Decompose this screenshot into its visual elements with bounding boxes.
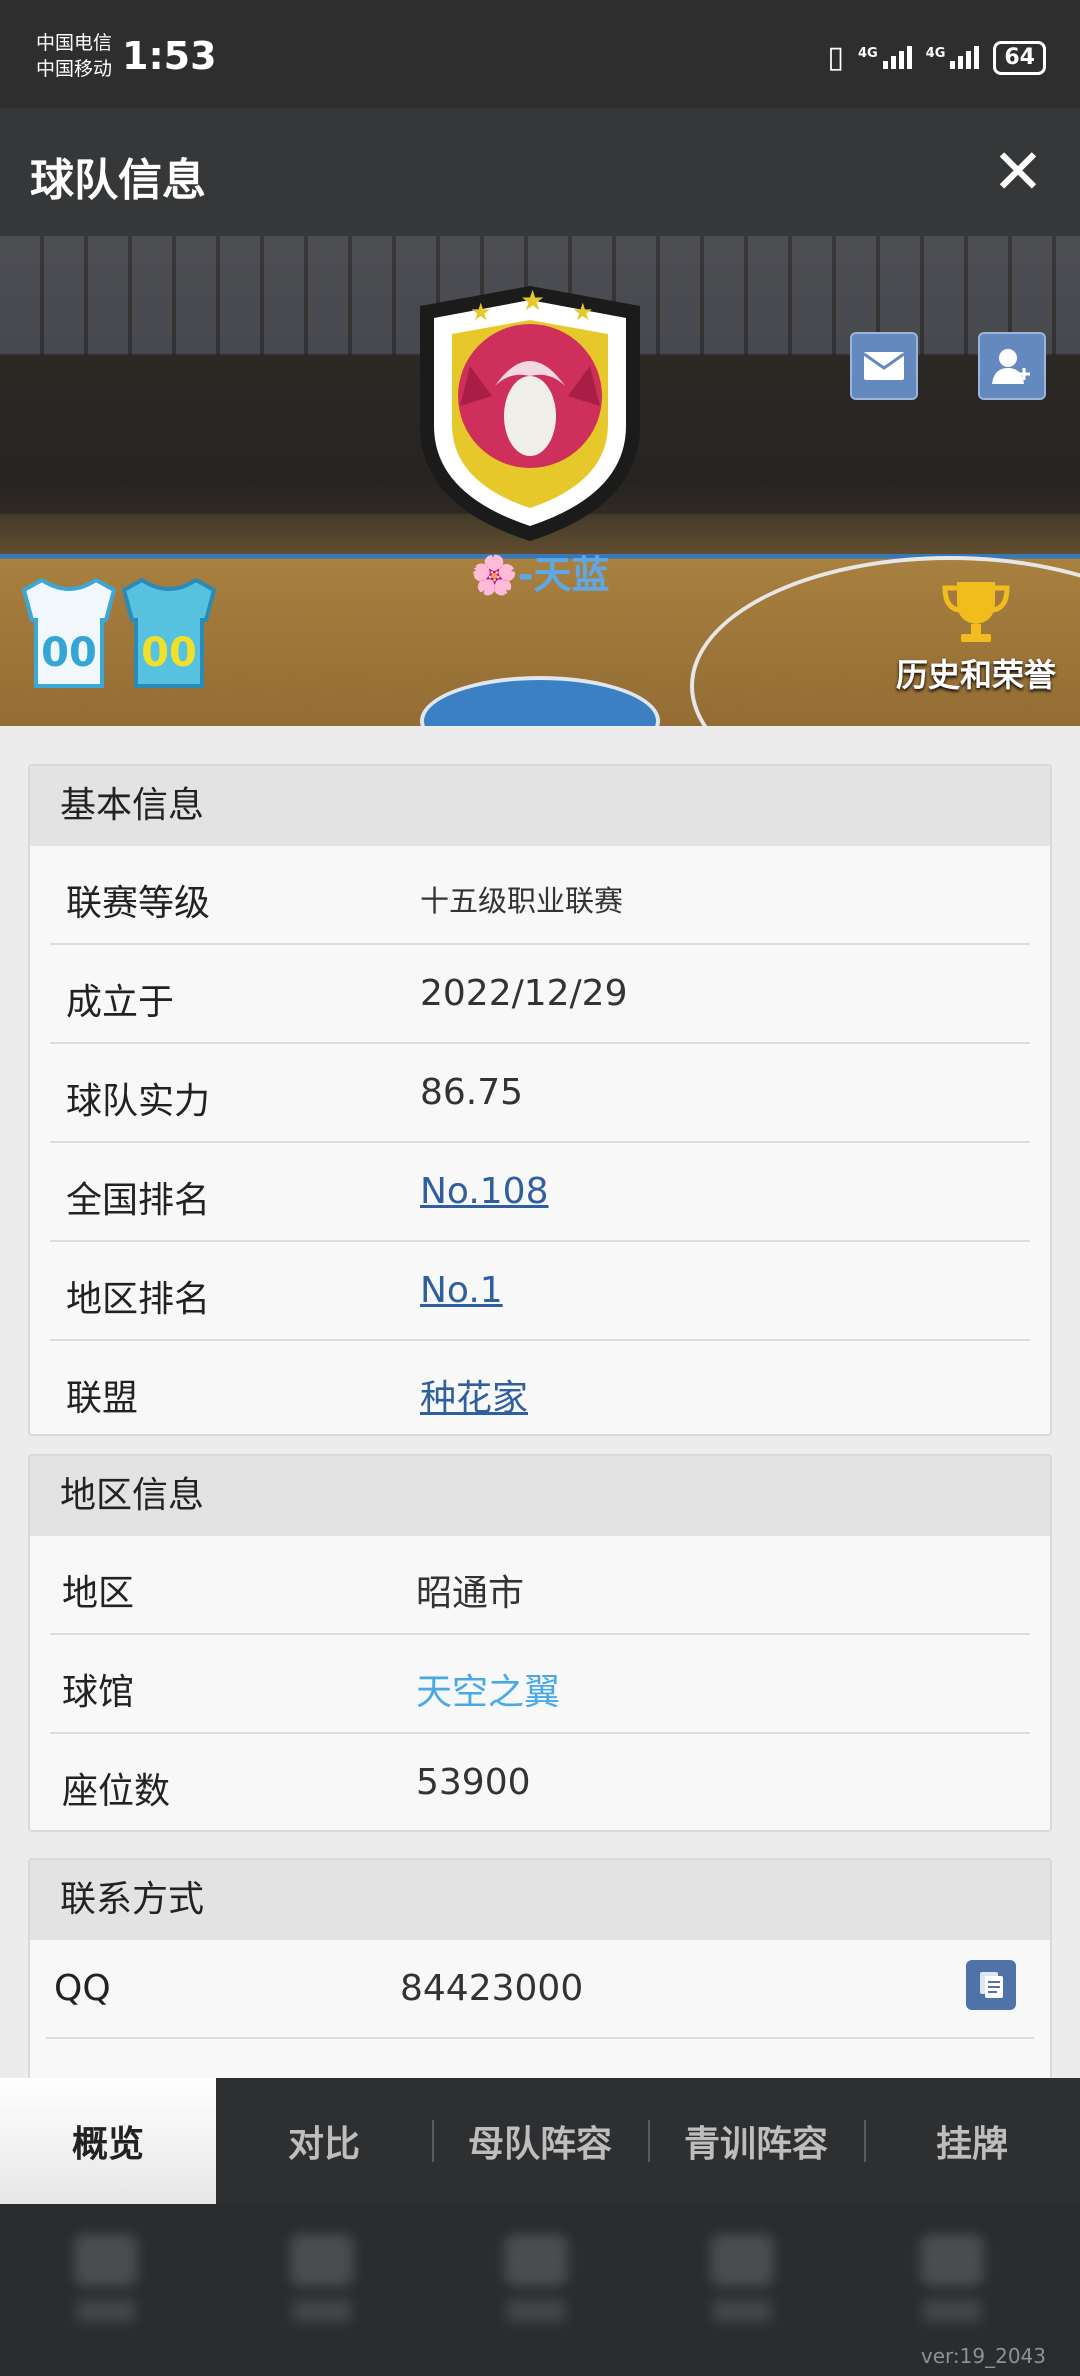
svg-text:★: ★: [470, 298, 492, 326]
tab-label: 挂牌: [935, 2124, 1008, 2165]
tab-bar: 概览 对比 母队阵容 青训阵容 挂牌: [0, 2078, 1080, 2204]
region-info-card: 地区信息 地区 昭通市 球馆 天空之翼 座位数 53900: [28, 1454, 1052, 1832]
row-label: 成立于: [66, 982, 175, 1023]
national-rank-link[interactable]: No.108: [420, 1171, 548, 1212]
founded-value: 2022/12/29: [420, 973, 628, 1014]
arena-row: 球馆 天空之翼: [50, 1635, 1030, 1734]
home-jersey-icon: 00: [22, 577, 116, 688]
contact-card: 联系方式 QQ 84423000: [28, 1858, 1052, 2078]
blurred-nav-item: [702, 2234, 782, 2344]
qq-row: QQ 84423000: [46, 1940, 1034, 2039]
trophy-icon: [942, 582, 1010, 642]
tab-youth-roster[interactable]: 青训阵容: [648, 2078, 864, 2204]
alliance-link[interactable]: 种花家: [420, 1369, 528, 1421]
row-label: QQ: [54, 1968, 111, 2009]
bottom-nav-blurred: ver:19_2043: [0, 2204, 1080, 2376]
page-title: 球队信息: [30, 155, 206, 206]
league-level-value: 十五级职业联赛: [420, 884, 624, 918]
team-strength-row: 球队实力 86.75: [50, 1044, 1030, 1143]
close-button[interactable]: ✕: [986, 140, 1050, 204]
row-label: 地区: [62, 1573, 135, 1614]
row-label: 球队实力: [66, 1081, 211, 1122]
alliance-row: 联盟 种花家: [50, 1341, 1030, 1434]
row-label: 球馆: [62, 1672, 135, 1713]
tab-divider: [864, 2120, 866, 2162]
tab-compare[interactable]: 对比: [216, 2078, 432, 2204]
row-label: 地区排名: [66, 1279, 211, 1320]
tab-main-roster[interactable]: 母队阵容: [432, 2078, 648, 2204]
history-honor-button[interactable]: 历史和荣誉: [886, 578, 1066, 696]
clock: 1:53: [122, 34, 217, 78]
svg-text:★: ★: [520, 284, 545, 317]
national-rank-row: 全国排名 No.108: [50, 1143, 1030, 1242]
regional-rank-link[interactable]: No.1: [420, 1270, 503, 1311]
carrier-labels: 中国电信 中国移动: [36, 30, 112, 82]
version-label: ver:19_2043: [920, 2344, 1046, 2368]
away-jersey-number: 00: [141, 630, 197, 676]
region-info-title: 地区信息: [30, 1456, 1050, 1536]
copy-icon: [980, 1972, 1003, 1998]
basic-info-card: 基本信息 联赛等级 十五级职业联赛 成立于 2022/12/29 球队实力 86…: [28, 764, 1052, 1436]
battery-indicator: 64: [993, 40, 1046, 75]
tab-label: 母队阵容: [467, 2124, 612, 2165]
history-honor-label: 历史和荣誉: [895, 656, 1056, 694]
vibrate-icon: ▯: [827, 40, 844, 75]
blurred-nav-item: [496, 2234, 576, 2344]
tab-divider: [648, 2120, 650, 2162]
qq-value: 84423000: [400, 1968, 584, 2009]
network-2-label: 4G: [925, 46, 946, 61]
tab-divider: [432, 2120, 434, 2162]
signal-2-icon: 4G: [926, 46, 980, 69]
team-strength-value: 86.75: [420, 1072, 524, 1113]
row-label: 全国排名: [66, 1180, 211, 1221]
status-icons: ▯ 4G 4G 64: [827, 40, 1046, 75]
away-jersey-icon: 00: [122, 577, 216, 688]
region-value: 昭通市: [416, 1573, 525, 1614]
signal-1-icon: 4G: [858, 46, 912, 69]
league-level-row: 联赛等级 十五级职业联赛: [50, 846, 1030, 945]
tab-label: 概览: [71, 2124, 144, 2165]
team-logo: ★ ★ ★: [420, 284, 640, 541]
network-1-label: 4G: [857, 46, 878, 61]
blurred-nav-item: [282, 2234, 362, 2344]
carrier-2: 中国移动: [36, 58, 113, 80]
row-label: 座位数: [62, 1771, 171, 1812]
row-label: 联盟: [66, 1378, 139, 1419]
add-user-icon: [992, 349, 1030, 384]
blurred-nav-item: [66, 2234, 146, 2344]
page-header: 球队信息 ✕: [0, 108, 1080, 236]
copy-qq-button[interactable]: [966, 1960, 1016, 2010]
region-row: 地区 昭通市: [50, 1536, 1030, 1635]
founded-row: 成立于 2022/12/29: [50, 945, 1030, 1044]
tab-listing[interactable]: 挂牌: [864, 2078, 1080, 2204]
seats-value: 53900: [416, 1762, 531, 1803]
row-label: 联赛等级: [66, 883, 211, 924]
message-button[interactable]: [850, 332, 918, 400]
add-friend-button[interactable]: [978, 332, 1046, 400]
basic-info-title: 基本信息: [30, 766, 1050, 846]
svg-text:★: ★: [572, 298, 594, 326]
tab-label: 对比: [287, 2124, 360, 2165]
regional-rank-row: 地区排名 No.1: [50, 1242, 1030, 1341]
arena-link[interactable]: 天空之翼: [416, 1663, 560, 1715]
team-banner: ★ ★ ★ 🌸-天蓝 00 00 历史和荣誉: [0, 236, 1080, 726]
status-bar: 中国电信 中国移动 1:53 ▯ 4G 4G 64: [0, 0, 1080, 108]
contact-title: 联系方式: [30, 1860, 1050, 1940]
envelope-icon: [863, 352, 905, 380]
seats-row: 座位数 53900: [50, 1734, 1030, 1830]
tab-label: 青训阵容: [683, 2124, 828, 2165]
carrier-1: 中国电信: [36, 32, 113, 54]
tab-overview[interactable]: 概览: [0, 2078, 216, 2204]
home-jersey-number: 00: [41, 630, 97, 676]
close-icon: ✕: [992, 135, 1044, 208]
blurred-nav-item: [912, 2234, 992, 2344]
team-info-content[interactable]: 基本信息 联赛等级 十五级职业联赛 成立于 2022/12/29 球队实力 86…: [0, 726, 1080, 2078]
